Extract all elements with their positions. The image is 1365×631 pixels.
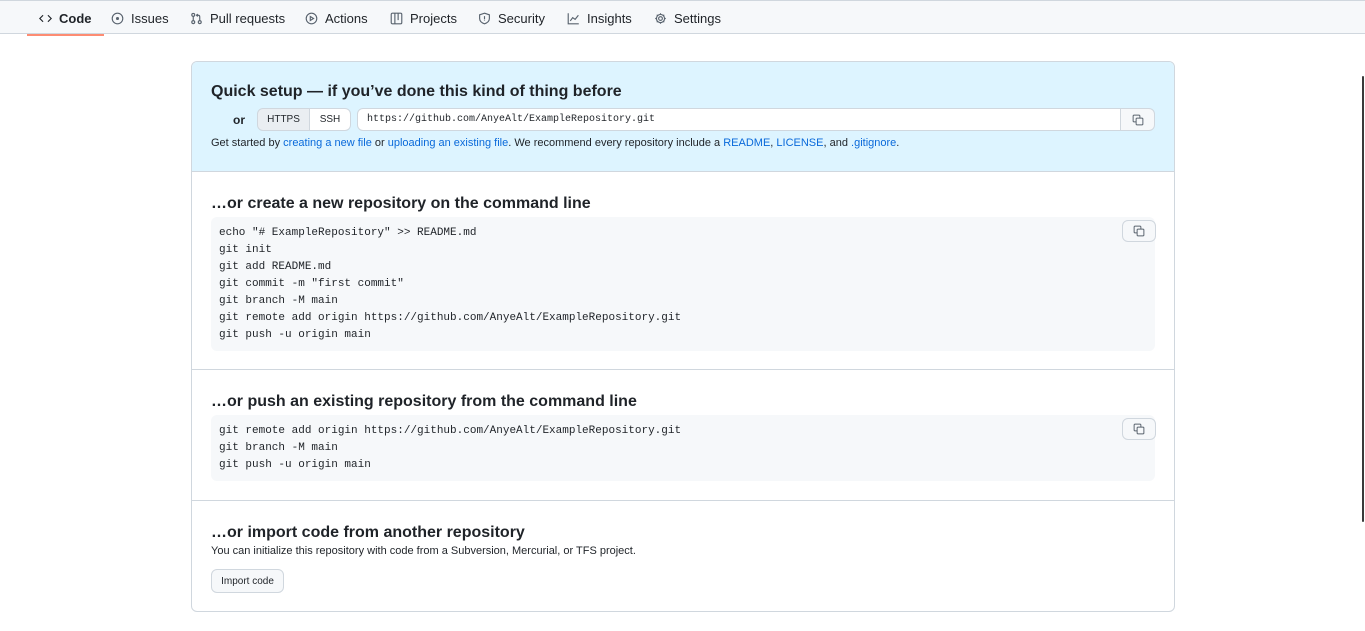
pull-request-icon: [191, 12, 202, 24]
tab-pull-requests[interactable]: Pull requests: [178, 1, 297, 35]
create-new-file-link[interactable]: creating a new file: [283, 137, 372, 149]
push-repo-section: …or push an existing repository from the…: [192, 370, 1174, 501]
gear-icon: [655, 12, 666, 24]
play-icon: [305, 12, 318, 24]
table-icon: [390, 12, 403, 24]
and-text: , and: [823, 137, 852, 149]
or-word: or: [371, 137, 388, 149]
recommend-text: . We recommend every repository include …: [508, 137, 724, 149]
clone-url-input[interactable]: https://github.com/AnyeAlt/ExampleReposi…: [357, 108, 1121, 131]
import-description: You can initialize this repository with …: [211, 545, 636, 557]
tab-projects[interactable]: Projects: [378, 1, 469, 35]
tab-insights[interactable]: Insights: [555, 1, 644, 35]
tab-label: Settings: [674, 10, 721, 26]
code-icon: [39, 14, 52, 22]
create-repo-code: echo "# ExampleRepository" >> README.md …: [211, 217, 1155, 351]
get-started-prefix: Get started by: [211, 137, 284, 149]
import-code-button[interactable]: Import code: [211, 569, 284, 593]
get-started-text: Get started by creating a new file or up…: [211, 137, 899, 149]
copy-icon: [1133, 225, 1145, 237]
tab-label: Insights: [587, 10, 632, 26]
create-repo-title: …or create a new repository on the comma…: [211, 195, 591, 212]
tab-label: Issues: [131, 10, 169, 26]
push-repo-title: …or push an existing repository from the…: [211, 393, 637, 410]
tab-label: Projects: [410, 10, 457, 26]
tab-security[interactable]: Security: [466, 1, 557, 35]
push-repo-code: git remote add origin https://github.com…: [211, 415, 1155, 481]
copy-url-button[interactable]: [1120, 108, 1155, 131]
quick-setup-panel: Quick setup — if you’ve done this kind o…: [192, 62, 1174, 172]
empty-repo-setup-box: Quick setup — if you’ve done this kind o…: [191, 61, 1175, 612]
scrollbar[interactable]: [1362, 76, 1364, 522]
quick-setup-title: Quick setup — if you’ve done this kind o…: [211, 83, 622, 100]
readme-link[interactable]: README: [723, 137, 770, 149]
upload-file-link[interactable]: uploading an existing file: [388, 137, 508, 149]
or-label: or: [233, 113, 245, 127]
ssh-button[interactable]: SSH: [309, 108, 351, 131]
tab-actions[interactable]: Actions: [293, 1, 380, 35]
issue-icon: [111, 12, 124, 24]
create-repo-section: …or create a new repository on the comma…: [192, 172, 1174, 370]
period-text: .: [896, 137, 900, 149]
license-link[interactable]: LICENSE: [776, 137, 823, 149]
copy-create-commands-button[interactable]: [1122, 220, 1156, 242]
import-repo-title: …or import code from another repository: [211, 524, 525, 541]
copy-push-commands-button[interactable]: [1122, 418, 1156, 440]
tab-code[interactable]: Code: [27, 1, 104, 36]
tab-label: Security: [498, 10, 545, 26]
tab-settings[interactable]: Settings: [642, 1, 733, 35]
gitignore-link[interactable]: .gitignore: [851, 137, 896, 149]
copy-icon: [1133, 423, 1145, 435]
copy-icon: [1132, 114, 1143, 125]
import-repo-section: …or import code from another repository …: [192, 501, 1174, 611]
https-button[interactable]: HTTPS: [257, 108, 310, 131]
tab-label: Code: [59, 10, 92, 26]
tab-label: Pull requests: [210, 10, 286, 26]
tab-label: Actions: [325, 10, 368, 26]
tab-issues[interactable]: Issues: [99, 1, 181, 35]
repo-nav: Code Issues Pull requests Actions Projec…: [0, 0, 1365, 36]
shield-icon: [479, 12, 490, 24]
graph-icon: [567, 12, 579, 24]
